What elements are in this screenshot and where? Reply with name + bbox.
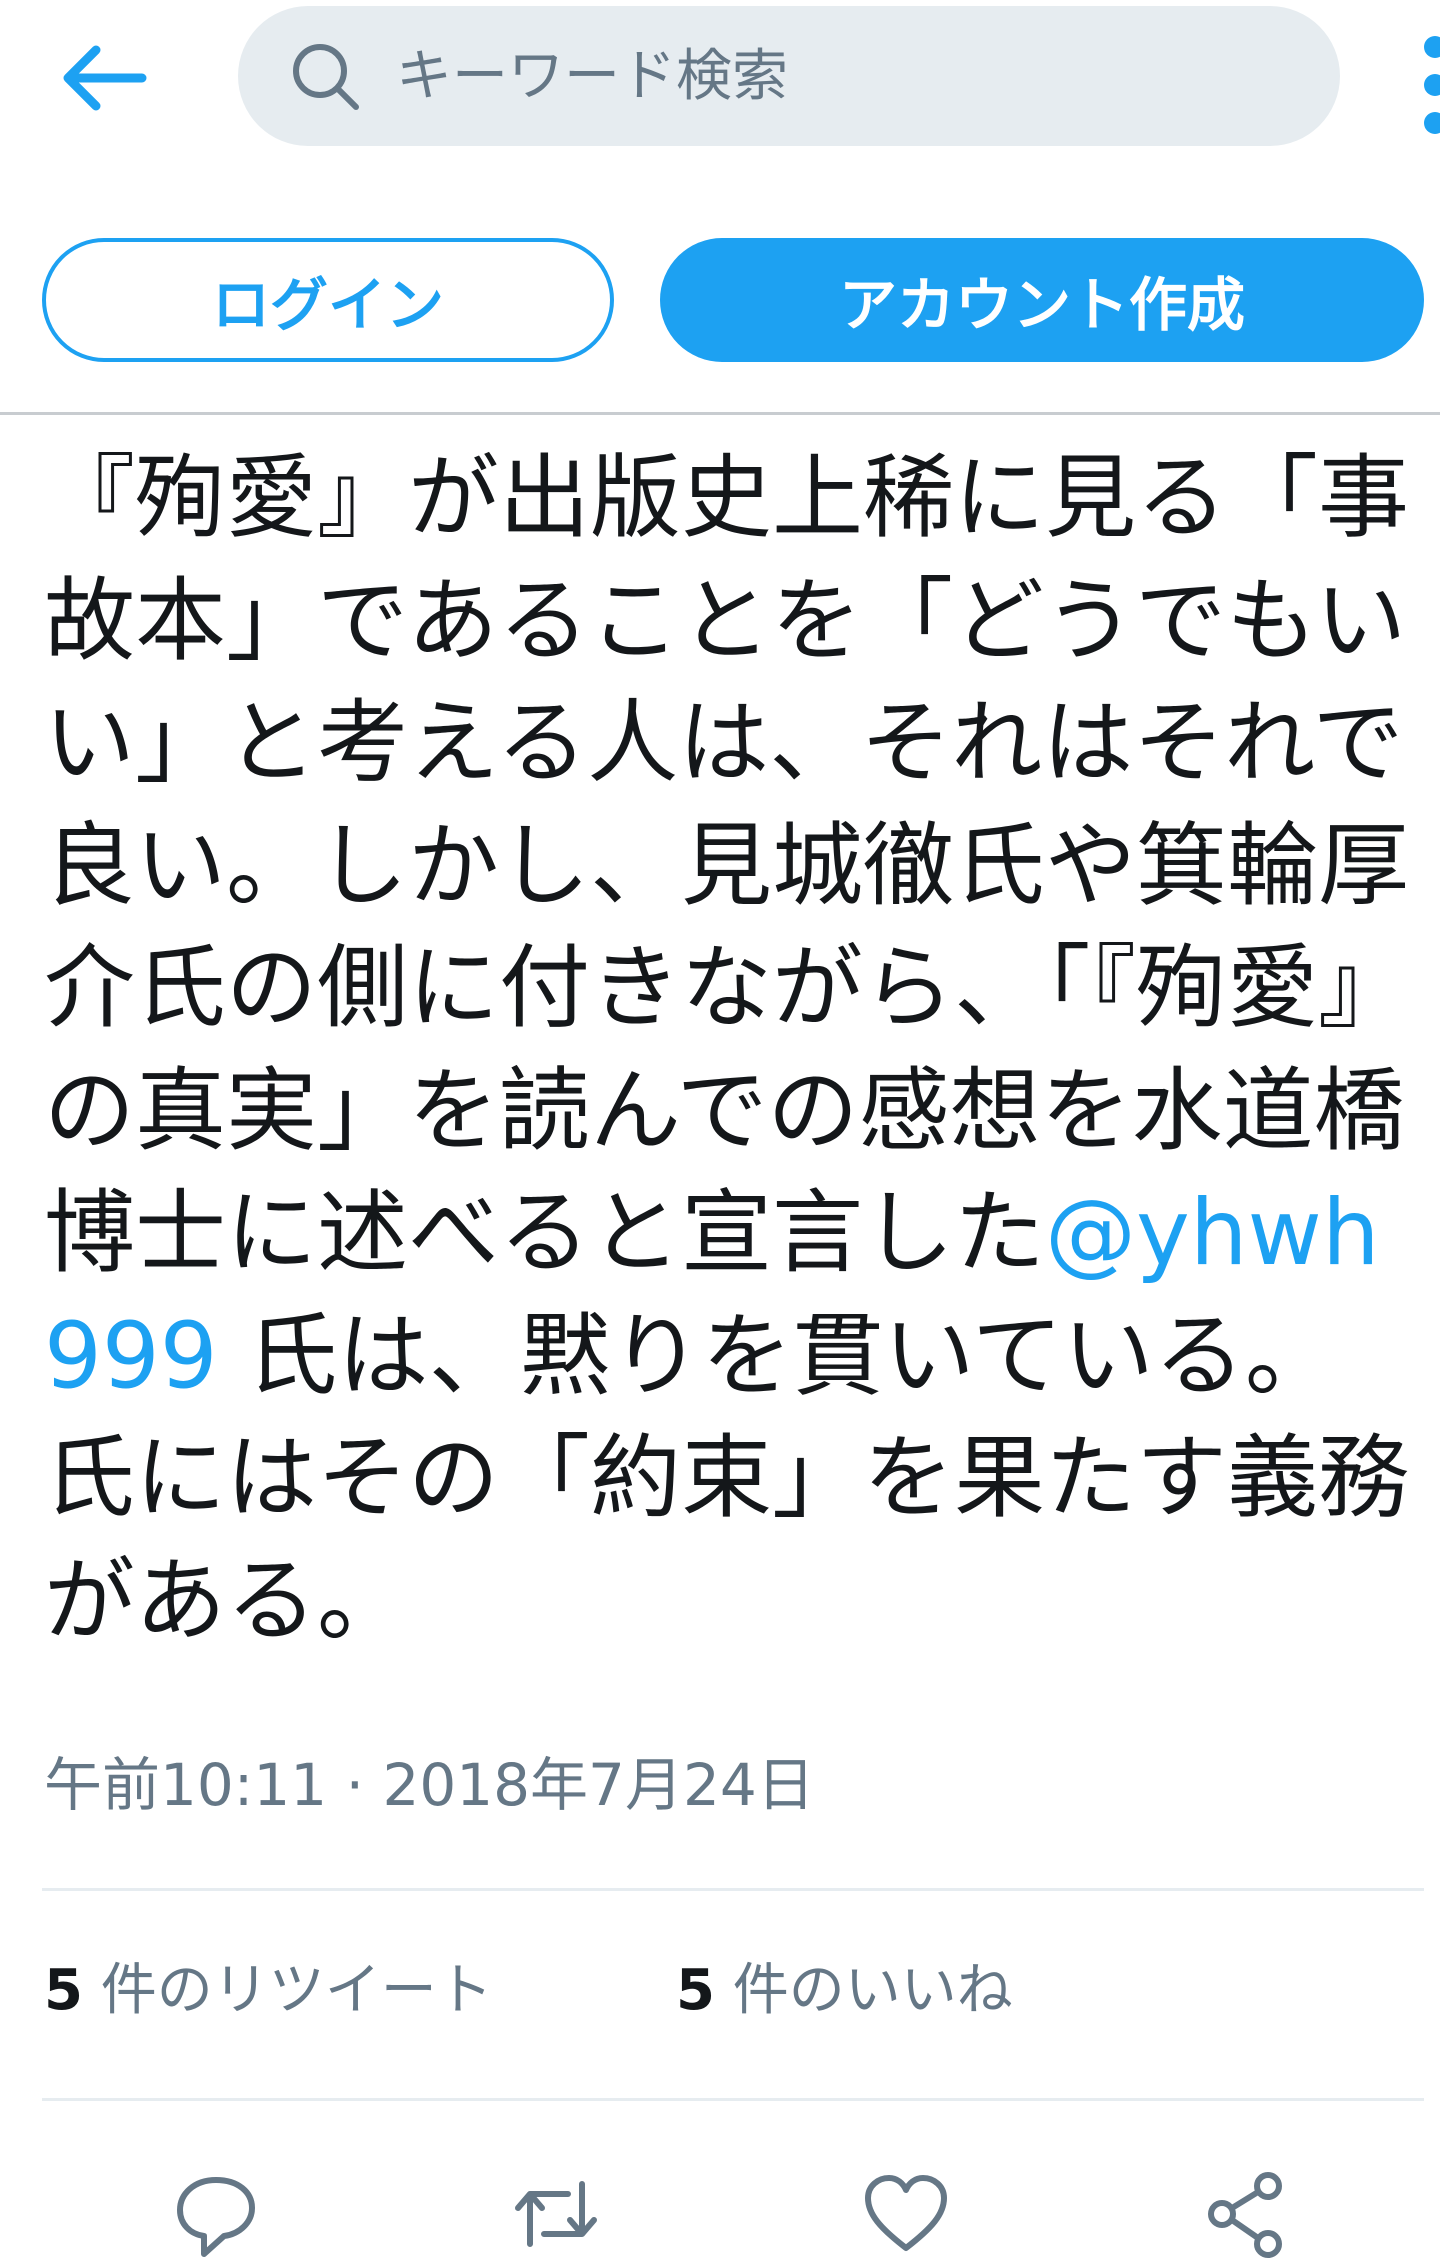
auth-buttons: ログイン アカウント作成 — [0, 238, 1440, 362]
heart-icon — [865, 2175, 947, 2251]
arrow-left-icon — [63, 45, 147, 111]
like-count-link[interactable]: 5 件のいいね — [676, 1945, 1013, 2026]
share-button[interactable] — [1200, 2168, 1292, 2260]
tweet-text-after: 氏は、黙りを貫いている。氏にはその「約束」を果たす義務がある。 — [44, 1303, 1410, 1654]
retweet-count: 5 — [44, 1958, 83, 2023]
stats-divider-bottom — [42, 2098, 1424, 2101]
tweet-stats: 5 件のリツイート 5 件のいいね — [44, 1945, 1424, 2025]
reply-icon — [177, 2177, 255, 2257]
login-button[interactable]: ログイン — [42, 238, 614, 362]
retweet-count-label: 件のリツイート — [82, 1958, 493, 2023]
tweet-text: 『殉愛』が出版史上稀に見る「事故本」であることを「どうでもいい」と考える人は、そ… — [44, 438, 1414, 1663]
retweet-icon — [515, 2181, 597, 2247]
tweet-actions — [0, 2150, 1440, 2258]
search-icon — [293, 44, 359, 110]
stats-divider-top — [42, 1888, 1424, 1891]
vertical-dots-icon — [1424, 36, 1440, 58]
like-count-label: 件のいいね — [714, 1958, 1013, 2023]
tweet-timestamp[interactable]: 午前10:11 · 2018年7月24日 — [44, 1738, 815, 1822]
like-button[interactable] — [860, 2168, 952, 2260]
top-bar — [0, 0, 1440, 150]
search-input[interactable] — [396, 26, 1296, 126]
tweet-text-before: 『殉愛』が出版史上稀に見る「事故本」であることを「どうでもいい」と考える人は、そ… — [44, 446, 1410, 1286]
back-button[interactable] — [48, 28, 158, 128]
more-menu-button[interactable] — [1420, 20, 1440, 134]
header-divider — [0, 412, 1440, 415]
signup-button[interactable]: アカウント作成 — [660, 238, 1424, 362]
like-count: 5 — [676, 1958, 715, 2023]
share-icon — [1208, 2172, 1282, 2258]
reply-button[interactable] — [170, 2168, 262, 2260]
retweet-button[interactable] — [510, 2168, 602, 2260]
search-bar[interactable] — [238, 6, 1340, 146]
retweet-count-link[interactable]: 5 件のリツイート — [44, 1945, 493, 2026]
